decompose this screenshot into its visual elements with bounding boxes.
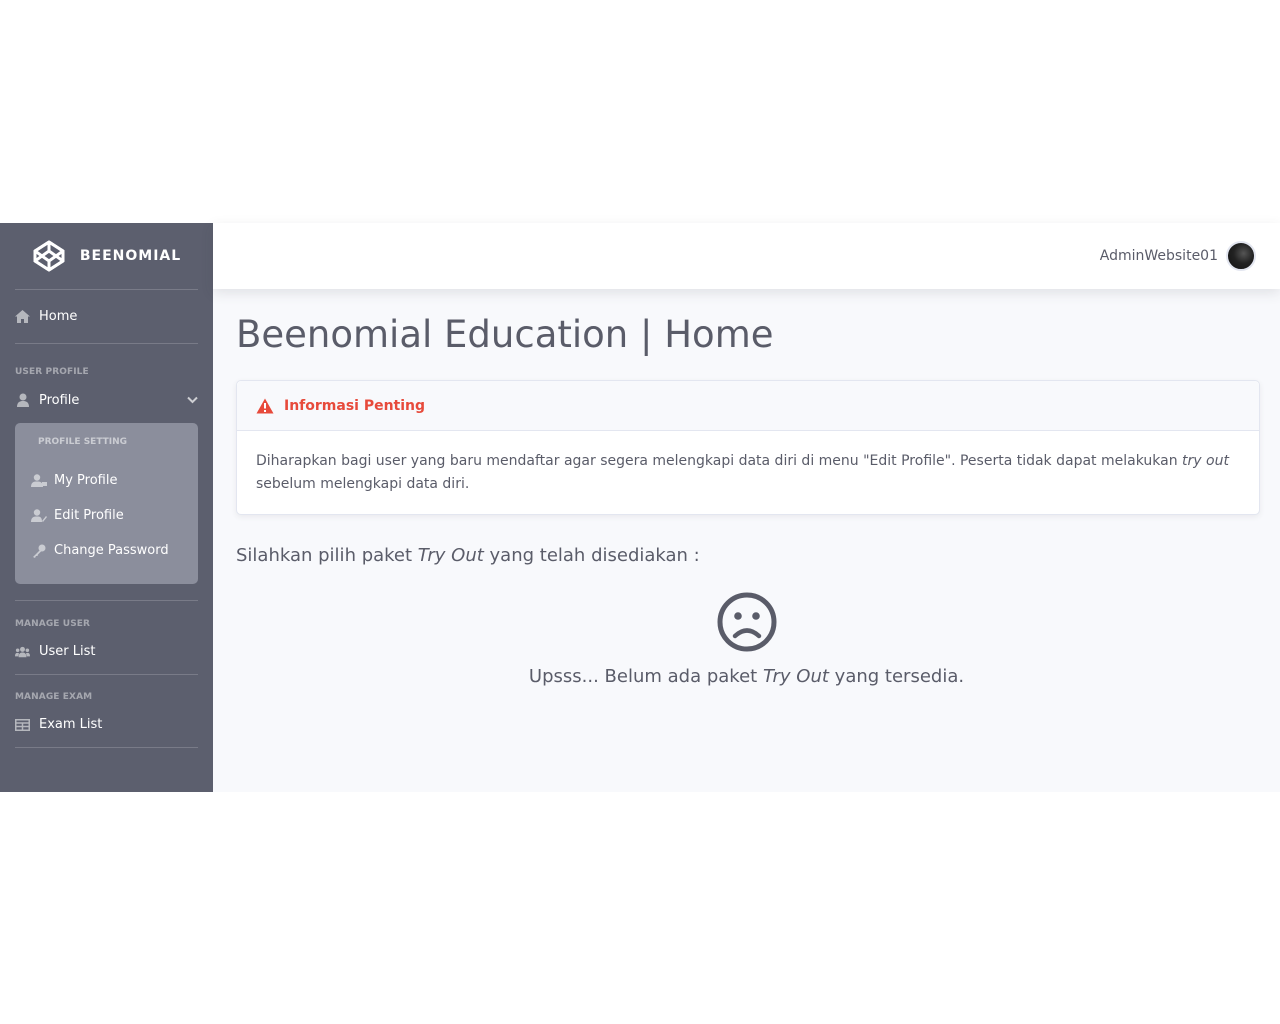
sidebar-item-user-list[interactable]: User List bbox=[0, 629, 213, 674]
pick-text-part: yang telah disediakan : bbox=[483, 545, 700, 566]
username[interactable]: AdminWebsite01 bbox=[1100, 248, 1218, 264]
pick-text-italic: Try Out bbox=[417, 545, 484, 566]
sidebar-item-profile[interactable]: Profile bbox=[0, 377, 213, 423]
app-shell: BEENOMIAL Home USER PROFILE Profile PROF… bbox=[0, 223, 1280, 792]
chevron-down-icon bbox=[187, 393, 198, 408]
card-header: Informasi Penting bbox=[237, 381, 1259, 431]
table-icon bbox=[15, 717, 30, 732]
collapse-item-label: Edit Profile bbox=[54, 508, 124, 523]
main-content: AdminWebsite01 Beenomial Education | Hom… bbox=[213, 223, 1280, 792]
alert-text: Diharapkan bagi user yang baru mendaftar… bbox=[256, 453, 1183, 469]
sidebar-item-label: User List bbox=[39, 644, 96, 659]
brand-name: BEENOMIAL bbox=[79, 248, 182, 264]
collapse-item-my-profile[interactable]: My Profile bbox=[15, 463, 198, 498]
sidebar-heading-manage-user: MANAGE USER bbox=[15, 619, 91, 629]
avatar[interactable] bbox=[1226, 241, 1256, 271]
sidebar-heading-user-profile: USER PROFILE bbox=[15, 367, 89, 377]
pick-text-part: Silahkan pilih paket bbox=[236, 545, 418, 566]
users-icon bbox=[15, 644, 30, 659]
codepen-logo-icon bbox=[33, 240, 65, 272]
card-body: Diharapkan bagi user yang baru mendaftar… bbox=[237, 431, 1259, 515]
empty-text-part: Upsss... Belum ada paket bbox=[528, 666, 763, 687]
sidebar-heading-manage-exam: MANAGE EXAM bbox=[15, 692, 93, 702]
empty-state-text: Upsss... Belum ada paket Try Out yang te… bbox=[213, 666, 1280, 687]
pick-package-text: Silahkan pilih paket Try Out yang telah … bbox=[236, 545, 700, 566]
collapse-item-edit-profile[interactable]: Edit Profile bbox=[15, 498, 198, 533]
warning-icon bbox=[256, 398, 274, 413]
topbar: AdminWebsite01 bbox=[213, 223, 1280, 289]
key-icon bbox=[31, 543, 47, 559]
profile-collapse-menu: PROFILE SETTING My Profile Edit Profile … bbox=[15, 423, 198, 584]
empty-text-part: yang tersedia. bbox=[828, 666, 965, 687]
collapse-item-label: My Profile bbox=[54, 473, 118, 488]
sidebar-divider bbox=[15, 747, 198, 748]
info-card: Informasi Penting Diharapkan bagi user y… bbox=[236, 380, 1260, 515]
collapse-item-label: Change Password bbox=[54, 543, 169, 558]
sidebar-item-label: Exam List bbox=[39, 717, 103, 732]
user-edit-icon bbox=[31, 508, 47, 524]
sidebar-item-label: Home bbox=[39, 309, 78, 324]
collapse-item-change-password[interactable]: Change Password bbox=[15, 533, 198, 568]
collapse-heading: PROFILE SETTING bbox=[38, 437, 128, 447]
empty-text-italic: Try Out bbox=[762, 666, 829, 687]
page-title: Beenomial Education | Home bbox=[236, 313, 774, 356]
home-icon bbox=[15, 309, 30, 324]
sidebar: BEENOMIAL Home USER PROFILE Profile PROF… bbox=[0, 223, 213, 792]
card-title: Informasi Penting bbox=[284, 397, 426, 414]
alert-text: sebelum melengkapi data diri. bbox=[256, 476, 470, 492]
user-icon bbox=[31, 473, 47, 489]
brand[interactable]: BEENOMIAL bbox=[0, 223, 213, 289]
sidebar-item-exam-list[interactable]: Exam List bbox=[0, 702, 213, 747]
alert-text-italic: try out bbox=[1182, 453, 1229, 469]
frown-icon bbox=[717, 592, 777, 652]
user-icon bbox=[15, 393, 30, 408]
sidebar-item-home[interactable]: Home bbox=[0, 290, 213, 343]
sidebar-item-label: Profile bbox=[39, 392, 80, 408]
